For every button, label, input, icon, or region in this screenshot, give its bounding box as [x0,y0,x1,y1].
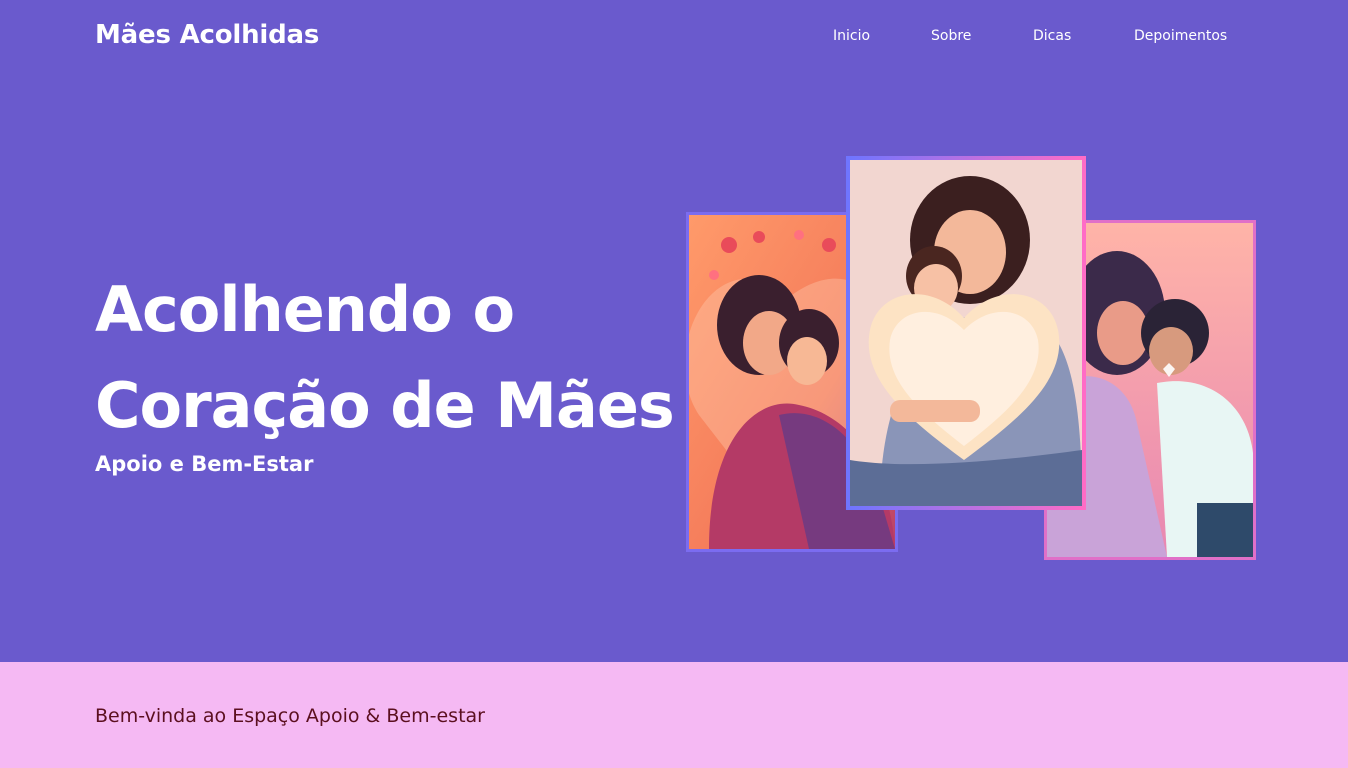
illustration-card-center [846,156,1086,510]
site-logo[interactable]: Mães Acolhidas [95,20,319,50]
hero-subheading: Apoio e Bem-Estar [95,452,314,476]
mother-holding-heart-illustration [850,160,1082,506]
hero-headline-line-1: Acolhendo o [95,273,515,346]
hero-section: Mães Acolhidas Inicio Sobre Dicas Depoim… [0,0,1348,662]
nav-link-inicio[interactable]: Inicio [833,28,870,44]
hero-headline: Acolhendo o Coração de Mães [95,262,695,454]
nav-link-sobre[interactable]: Sobre [931,28,971,44]
nav-link-dicas[interactable]: Dicas [1033,28,1071,44]
hero-headline-line-2: Coração de Mães [95,369,675,442]
welcome-text: Bem-vinda ao Espaço Apoio & Bem-estar [95,705,485,727]
nav-link-depoimentos[interactable]: Depoimentos [1134,28,1227,44]
welcome-section: Bem-vinda ao Espaço Apoio & Bem-estar [0,662,1348,768]
